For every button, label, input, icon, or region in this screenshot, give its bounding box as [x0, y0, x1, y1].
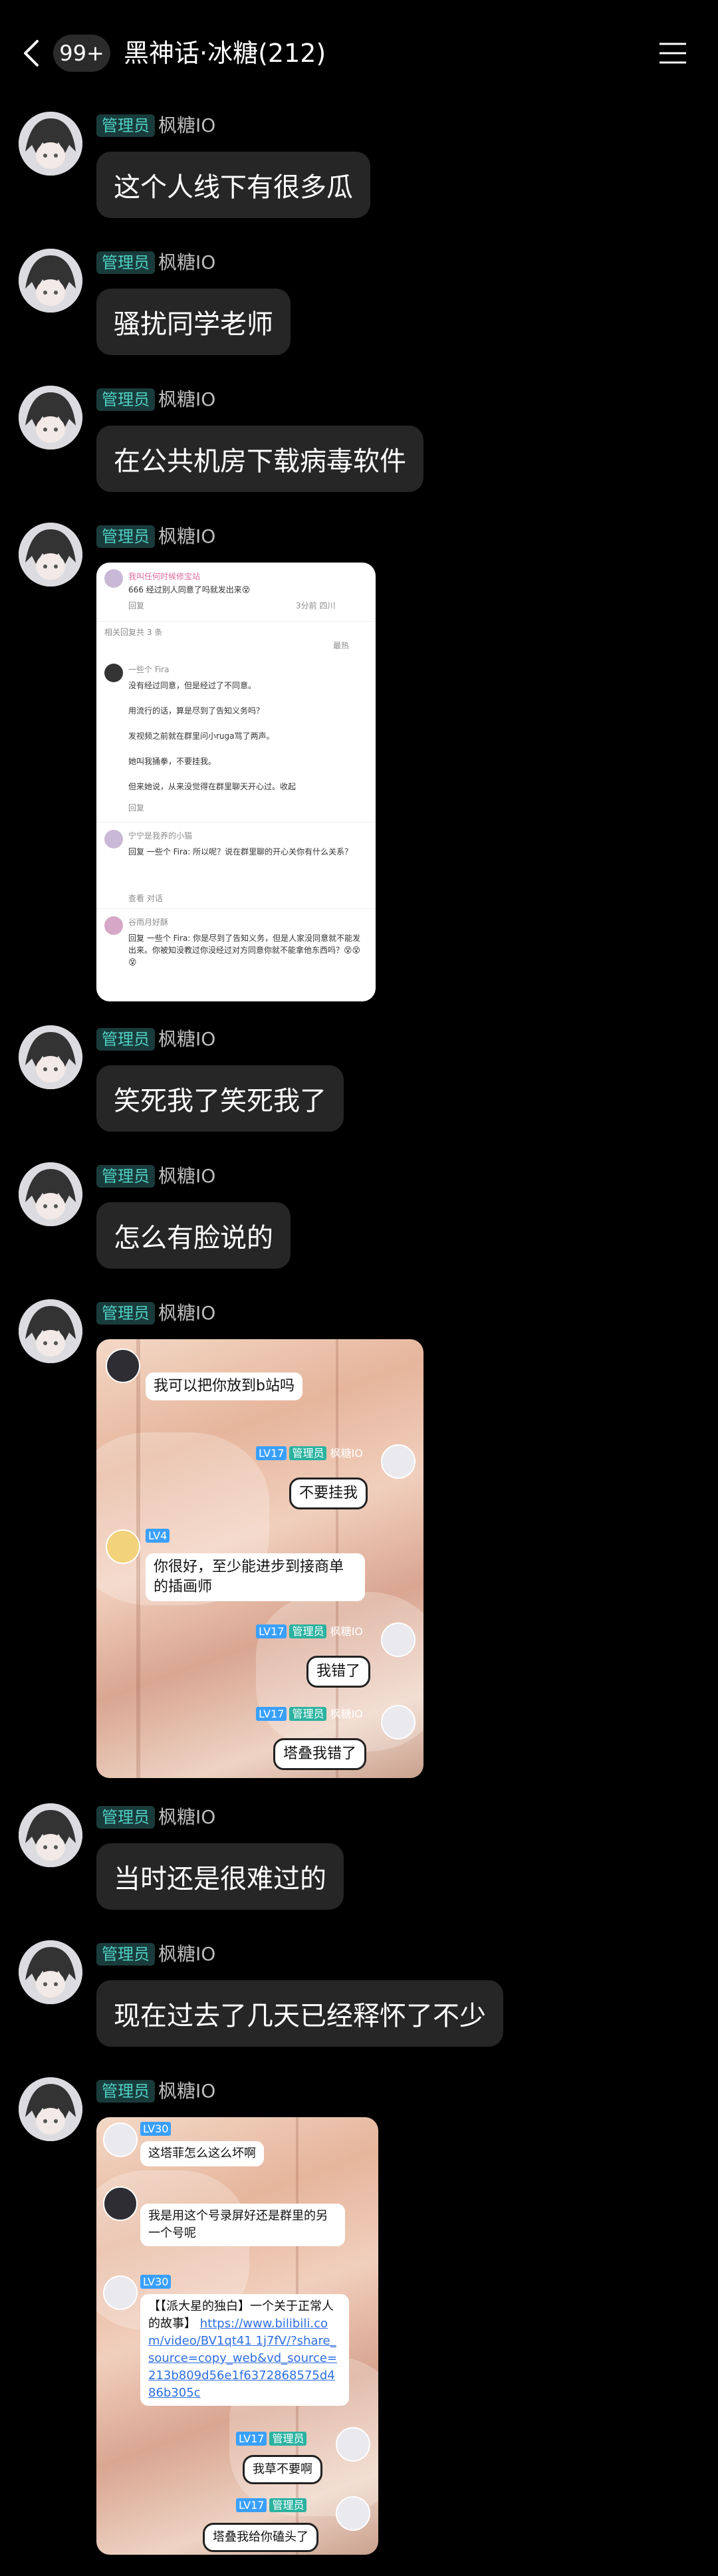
level-tag: LV17 管理员 枫糖IO	[256, 1444, 363, 1460]
user-avatar	[381, 1705, 416, 1739]
sender-avatar[interactable]	[19, 386, 82, 450]
sender-avatar[interactable]	[19, 249, 82, 313]
role-badge: 管理员	[96, 251, 155, 274]
sender-name[interactable]: 枫糖IO	[158, 524, 215, 549]
unread-count-badge[interactable]: 99+	[53, 35, 110, 72]
reply-user: 宁宁是我养的小猫	[128, 831, 193, 840]
user-avatar	[336, 2496, 370, 2531]
user-avatar	[106, 1349, 140, 1383]
chat-bubble: 我错了	[306, 1656, 371, 1688]
chat-bubble: 我草不要啊	[243, 2455, 322, 2484]
level-tag: LV30	[140, 2122, 174, 2136]
image-message[interactable]: 我可以把你放到b站吗 LV17 管理员 枫糖IO 不要挂我 LV4 你很好，至少能…	[96, 1339, 423, 1778]
reply-text: 回复 一些个 Fira: 所以呢？说在群里聊的开心关你有什么关系？	[128, 847, 353, 856]
role-badge: 管理员	[96, 114, 155, 137]
view-conversation: 查看 对话	[128, 894, 163, 903]
chat-screenshot: LV30 这塔菲怎么这么坏啊 我是用这个号录屏好还是群里的另一个号呢 LV30 …	[96, 2117, 378, 2555]
back-arrow-icon[interactable]	[19, 37, 45, 69]
chat-bubble: 我可以把你放到b站吗	[146, 1372, 302, 1400]
sender-avatar[interactable]	[19, 1162, 82, 1226]
sender-avatar[interactable]	[19, 2077, 82, 2141]
image-message[interactable]: 我叫任何时候修宝站 666 经过别人同意了吗就发出来😵 3分前 四川 回复 相关…	[96, 563, 376, 1001]
sender-name[interactable]: 枫糖IO	[158, 1164, 215, 1189]
sender-name[interactable]: 枫糖IO	[158, 1805, 215, 1830]
level-tag: LV17 管理员 枫糖IO	[256, 1705, 363, 1721]
level-tag: LV17 管理员 枫糖IO	[256, 1622, 363, 1638]
comment-user: 我叫任何时候修宝站	[128, 572, 201, 581]
sender-name[interactable]: 枫糖IO	[158, 1027, 215, 1052]
reply-action: 回复	[128, 601, 145, 610]
user-avatar	[336, 2427, 370, 2462]
user-avatar	[104, 916, 123, 935]
reply-user: 谷雨月好酥	[128, 918, 169, 927]
message-bubble[interactable]: 骚扰同学老师	[96, 289, 291, 355]
group-title: 黑神话·冰糖(212)	[124, 39, 326, 68]
chat-bubble: 你很好，至少能进步到接商单的插画师	[146, 1553, 365, 1601]
sender-avatar[interactable]	[19, 1803, 82, 1867]
reply-line: 她叫我捅拳，不要挂我。	[128, 757, 217, 766]
level-tag: LV30	[140, 2275, 174, 2289]
role-badge: 管理员	[96, 1943, 155, 1966]
user-avatar	[104, 830, 123, 848]
chat-bubble: 我是用这个号录屏好还是群里的另一个号呢	[140, 2204, 345, 2246]
user-avatar	[103, 2186, 138, 2221]
sender-name[interactable]: 枫糖IO	[158, 1301, 215, 1326]
chat-bubble: 不要挂我	[289, 1478, 368, 1509]
sort-label: 最热	[333, 641, 350, 650]
role-badge: 管理员	[96, 1302, 155, 1325]
sender-avatar[interactable]	[19, 1299, 82, 1363]
comment-text: 666 经过别人同意了吗就发出来😵	[128, 585, 251, 594]
role-badge: 管理员	[96, 1165, 155, 1188]
reply-text: 回复 一些个 Fira: 你是尽到了告知义务，但是人家没同意就不能发出来。你被知…	[128, 934, 361, 967]
level-tag: LV17 管理员	[236, 2496, 307, 2512]
reply-line: 用流行的话，算是尽到了告知义务吗？	[128, 706, 265, 715]
reply-line: 发视频之前就在群里问小ruga骂了两声。	[128, 731, 275, 741]
sender-name[interactable]: 枫糖IO	[158, 250, 215, 275]
message-bubble[interactable]: 这个人线下有很多瓜	[96, 152, 370, 218]
image-message[interactable]: LV30 这塔菲怎么这么坏啊 我是用这个号录屏好还是群里的另一个号呢 LV30 …	[96, 2117, 378, 2555]
user-avatar	[103, 2123, 138, 2157]
sender-name[interactable]: 枫糖IO	[158, 387, 215, 412]
user-avatar	[106, 1529, 140, 1564]
sender-avatar[interactable]	[19, 1940, 82, 2004]
user-avatar	[104, 569, 123, 588]
sender-name[interactable]: 枫糖IO	[158, 1942, 215, 1967]
role-badge: 管理员	[96, 1806, 155, 1829]
message-bubble[interactable]: 现在过去了几天已经释怀了不少	[96, 1980, 503, 2047]
chat-bubble: 这塔菲怎么这么坏啊	[140, 2141, 264, 2166]
forum-screenshot: 我叫任何时候修宝站 666 经过别人同意了吗就发出来😵 3分前 四川 回复 相关…	[96, 563, 376, 1001]
reply-action: 回复	[128, 803, 145, 813]
level-tag: LV4	[146, 1529, 172, 1543]
sender-avatar[interactable]	[19, 523, 82, 586]
level-tag: LV17 管理员	[236, 2430, 307, 2446]
message-bubble[interactable]: 笑死我了笑死我了	[96, 1065, 344, 1132]
chat-bubble: 塔叠我给你磕头了	[203, 2523, 318, 2552]
chat-bubble: 塔叠我错了	[273, 1738, 367, 1770]
sender-avatar[interactable]	[19, 1025, 82, 1089]
user-avatar	[381, 1444, 416, 1479]
reply-line: 没有经过同意，但是经过了不同意。	[128, 681, 257, 690]
user-avatar	[381, 1622, 416, 1657]
message-bubble[interactable]: 在公共机房下载病毒软件	[96, 426, 423, 492]
role-badge: 管理员	[96, 525, 155, 548]
menu-icon[interactable]	[658, 41, 687, 65]
reply-user: 一些个 Fira	[128, 665, 170, 674]
chat-screenshot: 我可以把你放到b站吗 LV17 管理员 枫糖IO 不要挂我 LV4 你很好，至少能…	[96, 1339, 423, 1778]
role-badge: 管理员	[96, 388, 155, 411]
reply-count: 相关回复共 3 条	[104, 628, 163, 637]
sender-avatar[interactable]	[19, 112, 82, 176]
role-badge: 管理员	[96, 1028, 155, 1051]
user-avatar	[103, 2275, 138, 2310]
sender-name[interactable]: 枫糖IO	[158, 2079, 215, 2104]
message-bubble[interactable]: 当时还是很难过的	[96, 1843, 344, 1910]
user-avatar	[104, 664, 123, 682]
message-bubble[interactable]: 怎么有脸说的	[96, 1202, 291, 1269]
sender-name[interactable]: 枫糖IO	[158, 113, 215, 138]
link-bubble: 【【派大星的独白】一个关于正常人的故事】 https://www.bilibil…	[140, 2294, 349, 2406]
role-badge: 管理员	[96, 2080, 155, 2103]
reply-line: 但来她说，从来没觉得在群里聊天开心过。收起	[128, 782, 297, 791]
chat-header: 99+ 黑神话·冰糖(212)	[0, 0, 718, 106]
